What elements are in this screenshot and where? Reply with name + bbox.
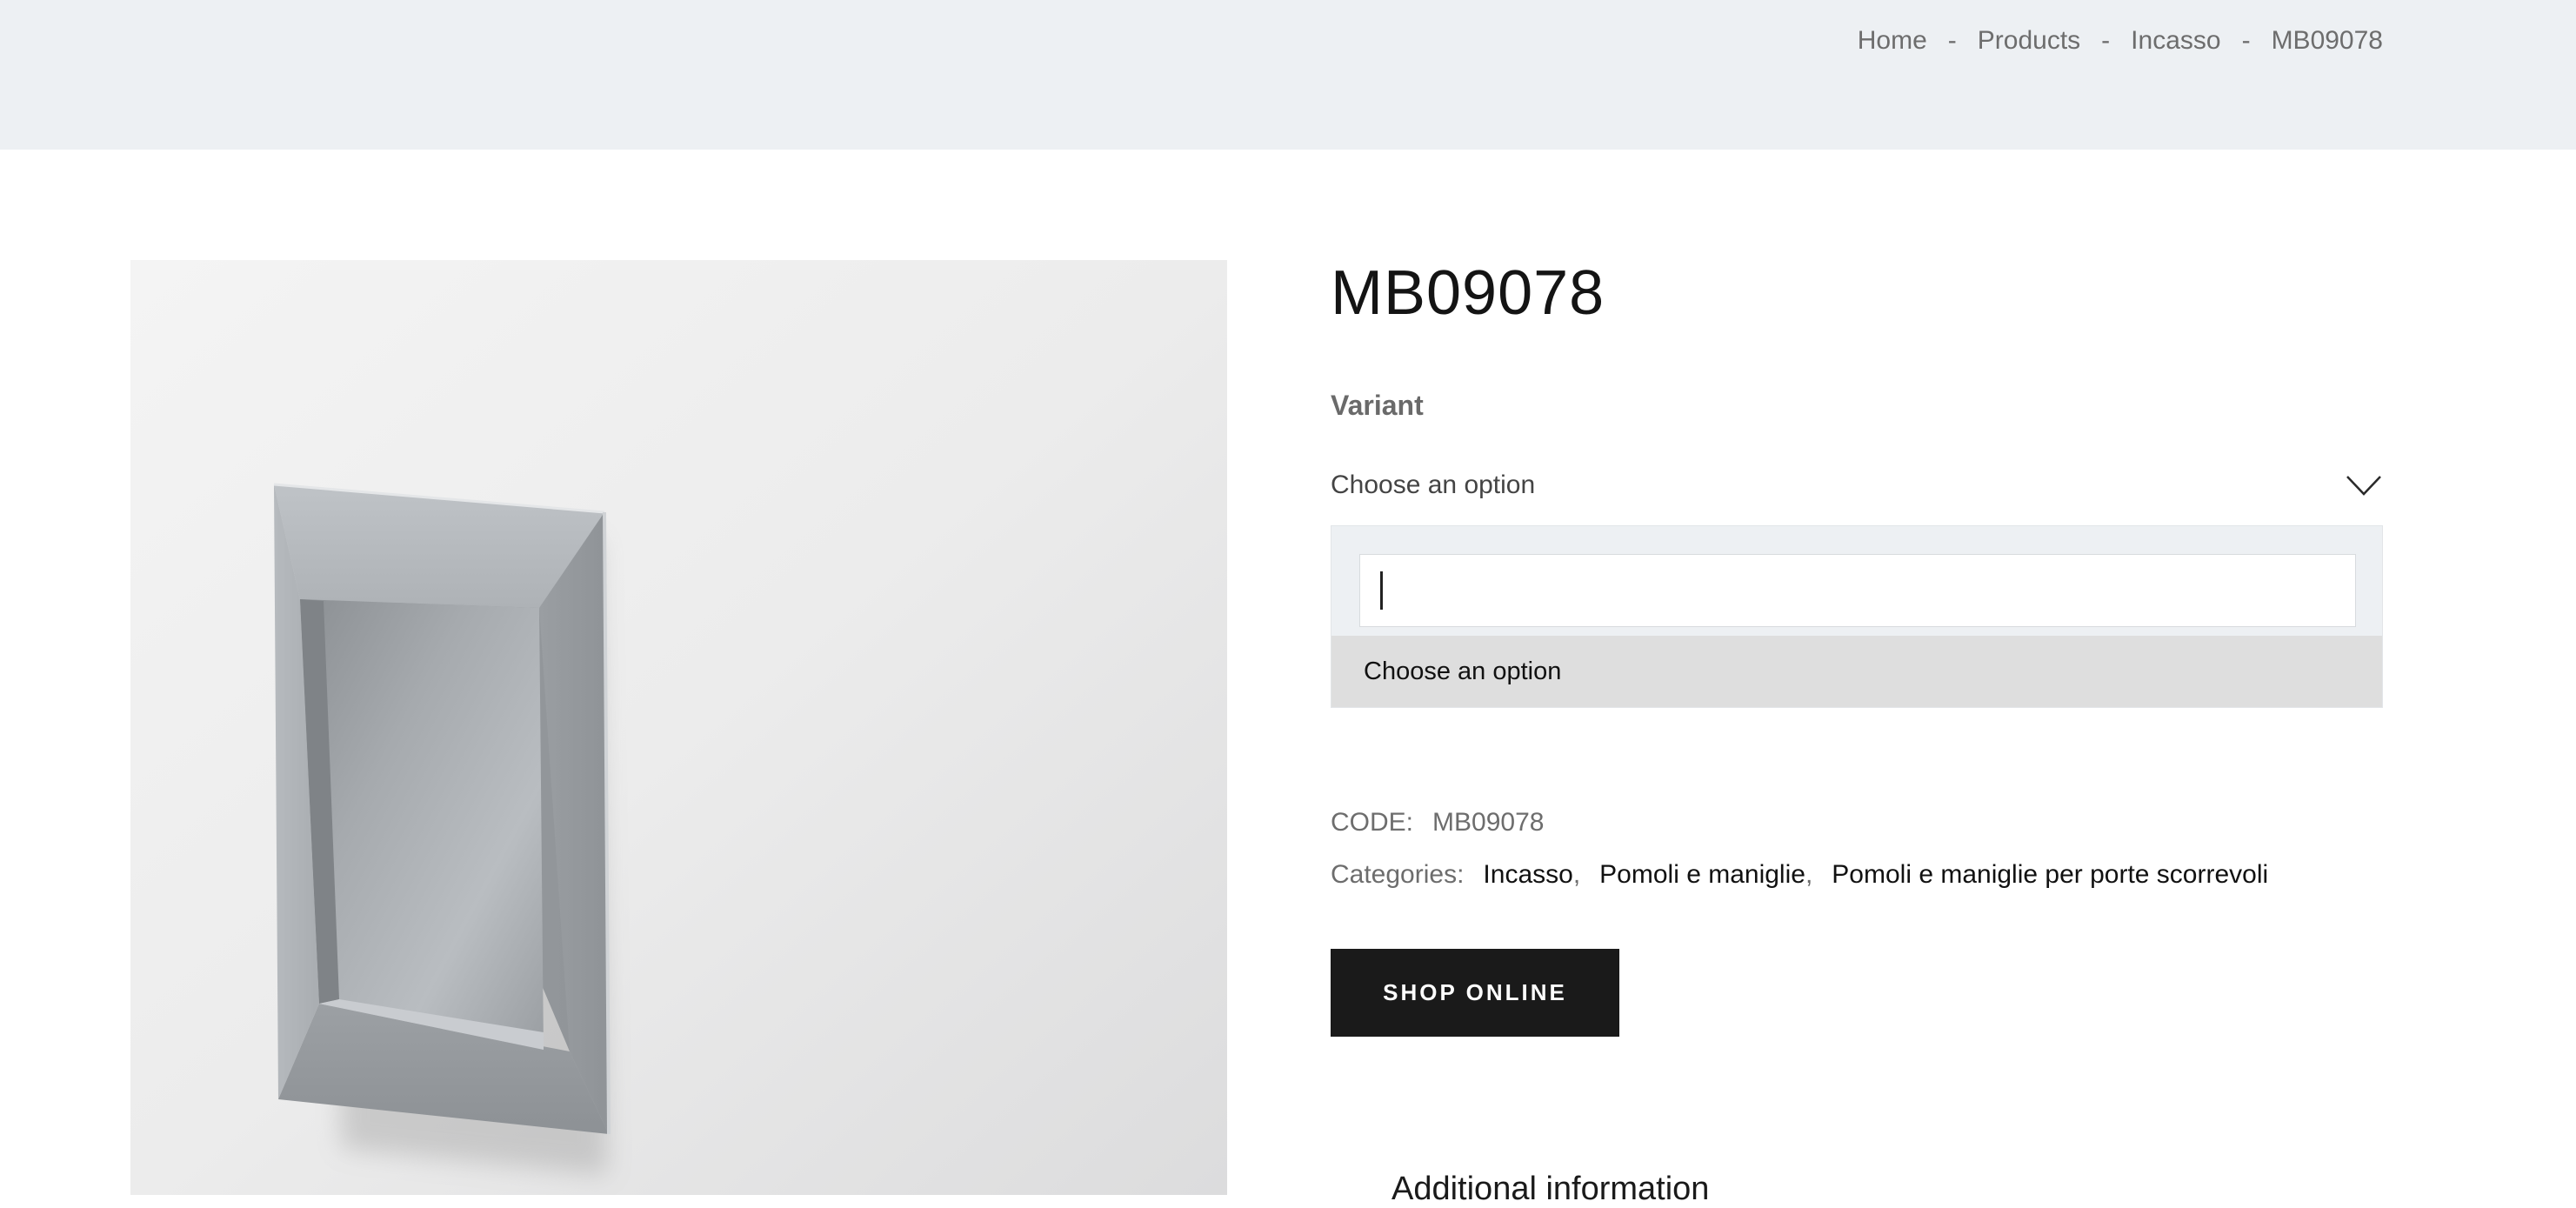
category-link-porte-scorrevoli[interactable]: Pomoli e maniglie per porte scorrevoli — [1832, 860, 2268, 890]
category-link-pomoli-e-maniglie[interactable]: Pomoli e maniglie — [1599, 860, 1805, 890]
product-title: MB09078 — [1331, 258, 1605, 328]
shop-online-button[interactable]: SHOP ONLINE — [1331, 949, 1619, 1037]
category-link-incasso[interactable]: Incasso — [1483, 860, 1572, 890]
categories-label: Categories: — [1331, 860, 1465, 889]
tab-additional-information[interactable]: Additional information — [1391, 1171, 1709, 1208]
variant-select[interactable]: Choose an option — [1331, 461, 2383, 510]
breadcrumb: Home - Products - Incasso - MB09078 — [1858, 26, 2383, 56]
variant-option[interactable]: Choose an option — [1331, 636, 2382, 707]
breadcrumb-current: MB09078 — [2271, 26, 2383, 55]
variant-label: Variant — [1331, 390, 1424, 421]
breadcrumb-home[interactable]: Home — [1858, 26, 1927, 56]
code-value: MB09078 — [1432, 808, 1545, 837]
recessed-flush-pull-handle-icon — [130, 260, 1227, 1195]
breadcrumb-products[interactable]: Products — [1978, 26, 2080, 56]
breadcrumb-separator: - — [2101, 26, 2111, 55]
category-separator: , — [1805, 860, 1813, 889]
variant-search-input[interactable] — [1359, 554, 2356, 627]
header-bar: Home - Products - Incasso - MB09078 — [0, 0, 2576, 150]
breadcrumb-separator: - — [1947, 26, 1957, 55]
text-cursor — [1380, 571, 1383, 610]
variant-selected-value: Choose an option — [1331, 471, 1536, 499]
code-label: CODE: — [1331, 808, 1414, 837]
product-code-row: CODE: MB09078 — [1331, 808, 1544, 838]
chevron-down-icon[interactable] — [2345, 472, 2383, 498]
breadcrumb-separator: - — [2241, 26, 2251, 55]
category-separator: , — [1572, 860, 1581, 889]
product-categories-row: Categories: Incasso , Pomoli e maniglie … — [1331, 860, 2268, 890]
variant-dropdown: Choose an option — [1331, 525, 2383, 708]
breadcrumb-incasso[interactable]: Incasso — [2131, 26, 2220, 56]
product-image[interactable] — [130, 260, 1227, 1195]
